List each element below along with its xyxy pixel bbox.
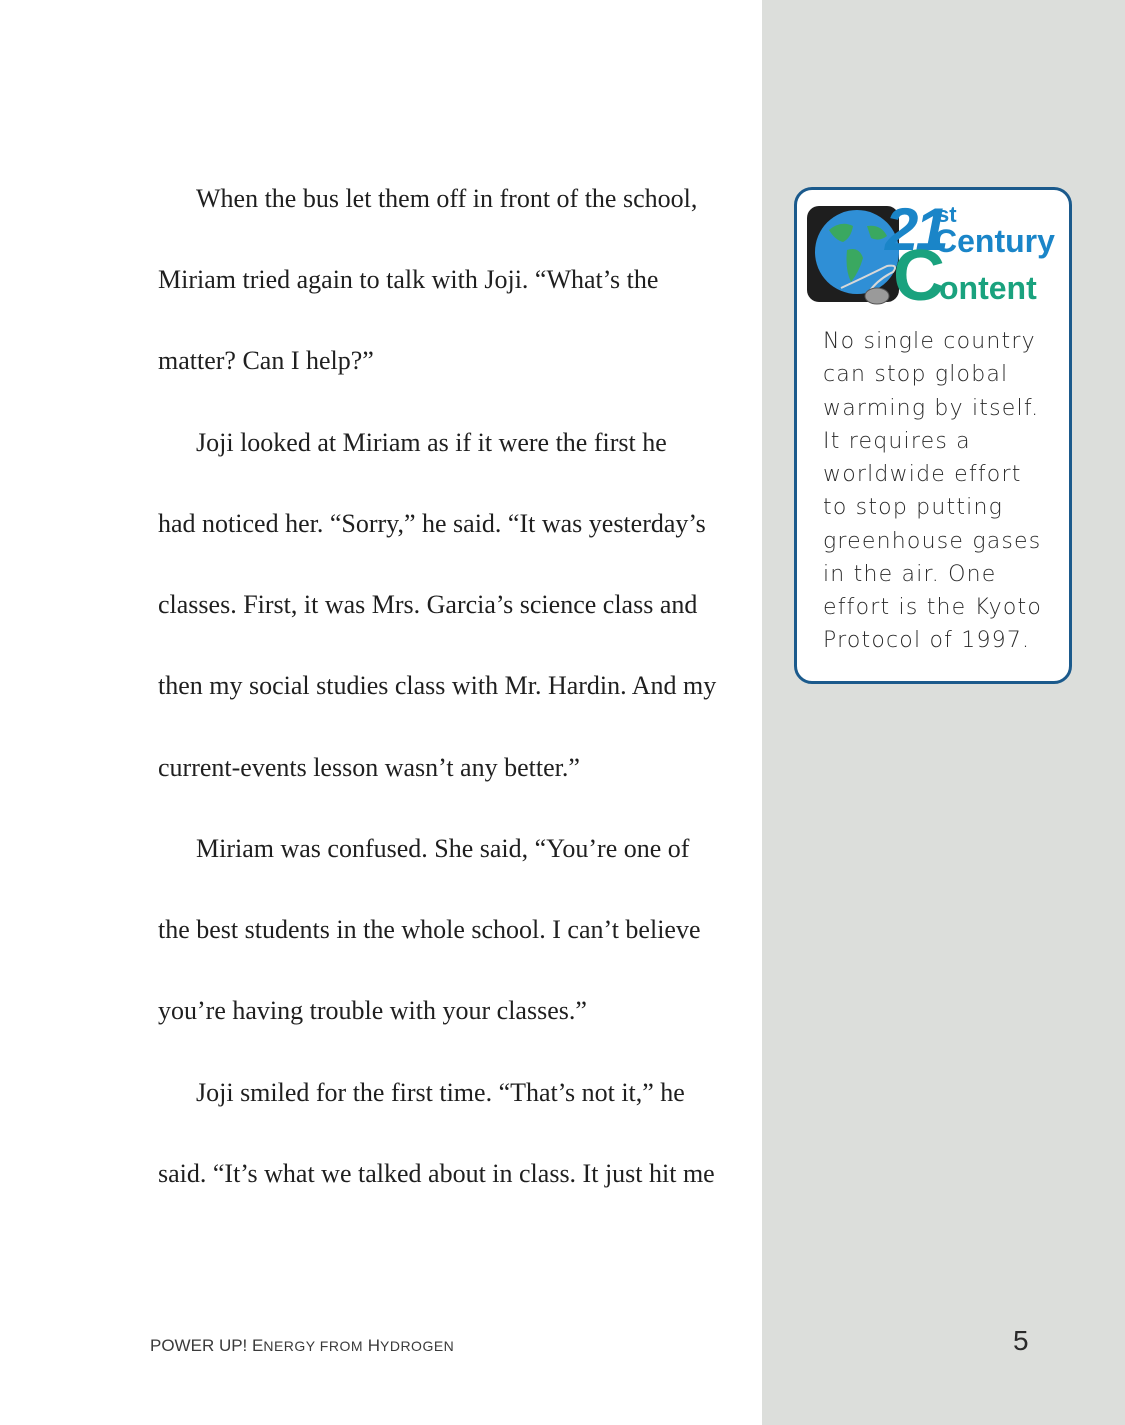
callout-line: Protocol of 1997. <box>823 628 1031 653</box>
story-line: matter? Can I help?” <box>158 346 374 375</box>
story-line: the best students in the whole school. I… <box>158 915 701 944</box>
logo-century: Century <box>934 223 1055 259</box>
callout-line: effort is the Kyoto <box>823 595 1043 620</box>
century-content-logo: 21 st Century C ontent <box>807 200 1069 316</box>
century-content-callout: 21 st Century C ontent No single country… <box>794 187 1072 684</box>
story-line: When the bus let them off in front of th… <box>196 184 698 213</box>
story-line: said. “It’s what we talked about in clas… <box>158 1159 715 1188</box>
callout-line: No single country <box>823 329 1036 354</box>
book-title: POWER UP! ENERGY FROM HYDROGEN <box>150 1336 454 1356</box>
story-line: Miriam tried again to talk with Joji. “W… <box>158 265 659 294</box>
story-line: you’re having trouble with your classes.… <box>158 996 587 1025</box>
story-line: Joji smiled for the first time. “That’s … <box>196 1078 685 1107</box>
logo-content-initial: C <box>893 236 945 316</box>
callout-line: greenhouse gases <box>823 529 1042 554</box>
callout-line: in the air. One <box>823 562 997 587</box>
callout-line: It requires a <box>823 429 971 454</box>
story-line: classes. First, it was Mrs. Garcia’s sci… <box>158 590 698 619</box>
story-line: had noticed her. “Sorry,” he said. “It w… <box>158 509 706 538</box>
story-line: Joji looked at Miriam as if it were the … <box>196 428 667 457</box>
story-line: Miriam was confused. She said, “You’re o… <box>196 834 690 863</box>
logo-content-rest: ontent <box>939 270 1037 306</box>
page-number: 5 <box>1013 1325 1029 1356</box>
book-title-part: YDROGEN <box>380 1338 455 1354</box>
book-title-part: POWER UP! E <box>150 1336 264 1355</box>
callout-line: worldwide effort <box>823 462 1022 487</box>
book-title-part: H <box>363 1336 380 1355</box>
callout-line: to stop putting <box>823 495 1004 520</box>
callout-line: warming by itself. <box>823 396 1040 421</box>
book-title-part: NERGY FROM <box>263 1338 363 1354</box>
story-line: current-events lesson wasn’t any better.… <box>158 753 580 782</box>
story-line: then my social studies class with Mr. Ha… <box>158 671 717 700</box>
callout-line: can stop global <box>823 362 1009 387</box>
